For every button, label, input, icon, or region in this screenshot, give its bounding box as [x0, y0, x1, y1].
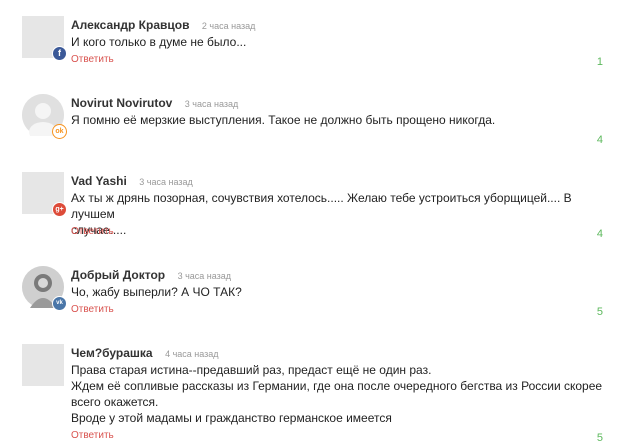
vk-icon: vk	[52, 296, 67, 311]
reply-link[interactable]: Ответить	[71, 226, 114, 237]
user-placeholder-icon	[22, 344, 64, 386]
avatar[interactable]: ok	[22, 94, 67, 139]
comment-line: случае.....	[71, 223, 127, 237]
comment-author[interactable]: Novirut Novirutov	[71, 96, 172, 110]
facebook-icon: f	[52, 46, 67, 61]
comment-line: Ждем её сопливые рассказы из Германии, г…	[71, 379, 603, 393]
reply-link[interactable]: Ответить	[71, 304, 114, 315]
comment-line: Ах ты ж дрянь позорная, сочувствия хотел…	[71, 191, 572, 221]
comment-line: И кого только в думе не было...	[71, 35, 247, 49]
comment-author[interactable]: Александр Кравцов	[71, 18, 189, 32]
comment-text: Я помню её мерзкие выступления. Такое не…	[71, 112, 611, 128]
comment-author[interactable]: Добрый Доктор	[71, 268, 165, 282]
reply-count[interactable]: 4	[597, 228, 603, 240]
reply-count[interactable]: 4	[597, 134, 603, 146]
comment-time: 3 часа назад	[184, 99, 239, 109]
comment-line: Я помню её мерзкие выступления. Такое не…	[71, 113, 496, 127]
comment-text: Ах ты ж дрянь позорная, сочувствия хотел…	[71, 190, 611, 238]
reply-link[interactable]: Ответить	[71, 430, 114, 441]
avatar[interactable]: vk	[22, 266, 67, 311]
avatar[interactable]: g+	[22, 172, 67, 217]
reply-count[interactable]: 1	[597, 56, 603, 68]
odnoklassniki-icon: ok	[52, 124, 67, 139]
comment-text: И кого только в думе не было...	[71, 34, 611, 50]
comment-line: Вроде у этой мадамы и гражданство герман…	[71, 411, 392, 425]
comment-time: 4 часа назад	[165, 349, 219, 359]
comment-author[interactable]: Чем?бурашка	[71, 346, 153, 360]
comment-time: 3 часа назад	[177, 271, 232, 281]
comment-text: Чо, жабу выперли? А ЧО ТАК?	[71, 284, 611, 300]
comment-time: 3 часа назад	[139, 177, 193, 187]
comment-line: Права старая истина--предавший раз, пред…	[71, 363, 432, 377]
comment-text: Права старая истина--предавший раз, пред…	[71, 362, 611, 426]
reply-link[interactable]: Ответить	[71, 54, 114, 65]
google-plus-icon: g+	[52, 202, 67, 217]
reply-count[interactable]: 5	[597, 306, 603, 318]
comment-line: Чо, жабу выперли? А ЧО ТАК?	[71, 285, 242, 299]
avatar[interactable]: f	[22, 16, 67, 61]
comment-author[interactable]: Vad Yashi	[71, 174, 127, 188]
avatar[interactable]	[22, 344, 64, 386]
comment-time: 2 часа назад	[201, 21, 256, 31]
reply-count[interactable]: 5	[597, 432, 603, 444]
comment-list: f Александр Кравцов 2 часа назад И кого …	[0, 0, 620, 444]
comment-line: всего окажется.	[71, 395, 159, 409]
